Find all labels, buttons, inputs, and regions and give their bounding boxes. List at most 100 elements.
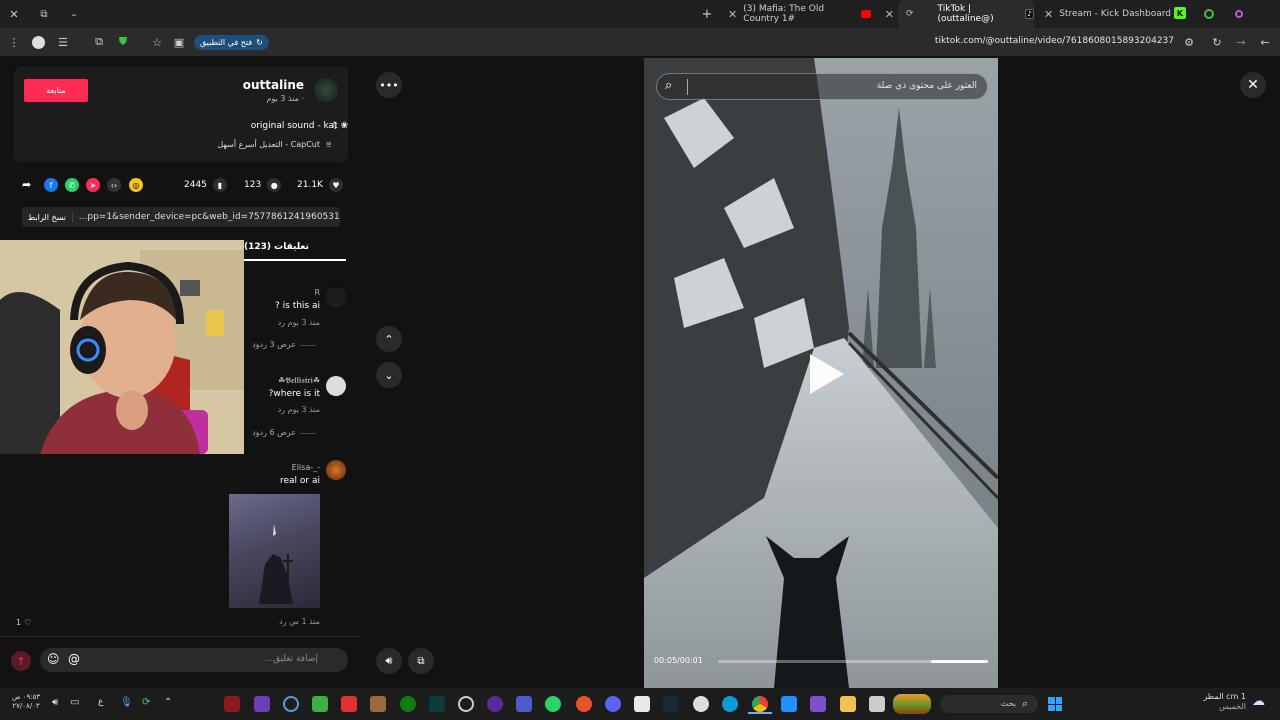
microphone-tray-icon[interactable]: 🎙︎ xyxy=(120,697,133,708)
restore-window-icon[interactable]: ⧉ xyxy=(36,6,52,22)
windows-start-icon[interactable] xyxy=(1048,697,1062,711)
steam-icon[interactable] xyxy=(663,696,679,712)
app-icon[interactable] xyxy=(487,696,503,712)
comment-avatar[interactable] xyxy=(326,376,346,396)
site-settings-icon[interactable]: ⚙ xyxy=(1182,34,1196,50)
follow-button[interactable]: متابعة xyxy=(24,79,88,102)
comments-tab[interactable]: (123) تعليقات xyxy=(244,242,309,252)
close-window-icon[interactable]: ✕ xyxy=(6,6,22,22)
comment-image[interactable] xyxy=(229,494,320,608)
extensions-icon[interactable]: ⧉ xyxy=(92,34,106,50)
view-replies-button[interactable]: عرض 6 ردود xyxy=(252,428,296,437)
related-search-input[interactable]: العثور على محتوى ذي صلة ⌕ xyxy=(656,73,988,100)
emoji-icon[interactable]: ☺ xyxy=(47,652,60,666)
tab-mafia-video[interactable]: ✕ (3) Mafia: The Old Country 1# ✕ xyxy=(724,0,894,28)
more-options-button[interactable]: ••• xyxy=(376,72,402,98)
comment-stat[interactable]: 123 ● xyxy=(244,178,282,192)
minimize-window-icon[interactable]: – xyxy=(66,6,82,22)
play-icon[interactable] xyxy=(806,352,846,396)
capcut-link[interactable]: CapCut - التعديل أسرع أسهل xyxy=(217,140,320,149)
app-icon[interactable] xyxy=(254,696,270,712)
search-icon[interactable]: ⌕ xyxy=(665,78,672,93)
comment-meta[interactable]: منذ 1 س رد xyxy=(279,617,320,626)
teams-icon[interactable] xyxy=(516,696,532,712)
facebook-icon[interactable]: f xyxy=(44,178,58,192)
tab-tiktok[interactable]: ⟳ TikTok | (outtaline@) ♪ xyxy=(898,0,1034,28)
video-progress-bar[interactable] xyxy=(718,660,988,663)
next-video-button[interactable]: ⌄ xyxy=(376,362,402,388)
tab-close-icon[interactable]: ✕ xyxy=(728,8,737,21)
xbox-icon[interactable] xyxy=(400,696,416,712)
comment-author[interactable]: ☘𝕭𝖊𝖑𝖑𝖎𝖘𝖙𝖗𝖎☘ xyxy=(278,376,320,386)
taskbar-search[interactable]: ⌕ بحث xyxy=(940,695,1038,713)
comment-like[interactable]: 1 ♡ xyxy=(16,618,31,627)
store-icon[interactable] xyxy=(634,696,650,712)
volume-button[interactable]: 🔊︎ xyxy=(376,648,402,674)
tab-kick-dashboard[interactable]: ✕ Stream - Kick Dashboard xyxy=(1040,0,1172,28)
file-explorer-icon[interactable] xyxy=(840,696,856,712)
comment-meta[interactable]: منذ 3 يوم رد xyxy=(278,405,320,414)
install-app-icon[interactable]: ▣ xyxy=(172,34,186,50)
widgets-icon[interactable] xyxy=(893,694,931,714)
open-in-app-button[interactable]: فتح في التطبيق ↻ xyxy=(194,35,269,50)
taskbar-clock[interactable]: ٠٩:٥٣ ص ٢٧/٠٨/٠٣ xyxy=(12,693,40,711)
app-icon[interactable] xyxy=(341,696,357,712)
sync-tray-icon[interactable]: ⟳ xyxy=(142,697,150,708)
audio-playing-icon[interactable]: ⟳ xyxy=(906,9,914,19)
whatsapp-icon[interactable] xyxy=(545,696,561,712)
author-avatar[interactable] xyxy=(314,78,338,102)
volume-tray-icon[interactable]: 🔊︎ xyxy=(52,697,58,708)
app-icon[interactable] xyxy=(370,696,386,712)
comment-avatar[interactable] xyxy=(326,287,346,307)
share-arrow-icon[interactable]: ➦ xyxy=(22,178,31,191)
app-icon[interactable] xyxy=(458,696,474,712)
comment-avatar[interactable] xyxy=(326,460,346,480)
post-comment-button[interactable]: ↑ xyxy=(11,651,31,671)
tab-search-icon[interactable] xyxy=(1232,6,1246,22)
view-replies-button[interactable]: عرض 3 ردود xyxy=(252,340,296,349)
tray-overflow-icon[interactable]: ⌃ xyxy=(164,697,172,708)
forward-icon[interactable]: → xyxy=(1234,34,1248,50)
comment-author[interactable]: Elisa-_- xyxy=(292,463,320,472)
app-icon[interactable] xyxy=(810,696,826,712)
copy-link-button[interactable]: نسخ الرابط xyxy=(22,212,73,222)
embed-icon[interactable]: ‹› xyxy=(107,178,121,192)
picture-in-picture-button[interactable]: ⧉ xyxy=(408,648,434,674)
kick-icon[interactable]: K xyxy=(1174,7,1186,19)
edge-icon[interactable] xyxy=(722,696,738,712)
comment-meta[interactable]: منذ 3 يوم رد xyxy=(278,318,320,327)
back-icon[interactable]: ← xyxy=(1258,34,1272,50)
bookmark-star-icon[interactable]: ☆ xyxy=(150,34,164,50)
mention-icon[interactable]: @ xyxy=(68,652,80,666)
shield-icon[interactable]: ⛊ xyxy=(116,34,130,50)
new-tab-icon[interactable]: + xyxy=(700,6,714,22)
app-icon[interactable] xyxy=(283,696,299,712)
app-icon[interactable] xyxy=(693,696,709,712)
comment-input[interactable]: إضافة تعليق... @ ☺ xyxy=(40,648,348,672)
chrome-icon[interactable] xyxy=(752,696,768,712)
profile-icon[interactable] xyxy=(30,34,46,50)
reload-icon[interactable]: ↻ xyxy=(1210,34,1224,50)
address-url[interactable]: tiktok.com/@outtaline/video/761860801589… xyxy=(935,36,1174,46)
like-stat[interactable]: 21.1K ♥ xyxy=(297,178,343,192)
task-view-icon[interactable] xyxy=(869,696,885,712)
discord-icon[interactable] xyxy=(605,696,621,712)
whatsapp-icon[interactable]: ✆ xyxy=(65,178,79,192)
save-stat[interactable]: 2445 ▮ xyxy=(184,178,227,192)
app-icon[interactable] xyxy=(429,696,445,712)
input-language[interactable]: ع xyxy=(98,697,103,707)
previous-video-button[interactable]: ⌃ xyxy=(376,326,402,352)
close-video-button[interactable]: ✕ xyxy=(1240,72,1266,98)
menu-dots-icon[interactable]: ⋮ xyxy=(8,34,20,50)
author-username[interactable]: outtaline xyxy=(243,78,304,92)
app-icon[interactable] xyxy=(576,696,592,712)
send-to-friends-icon[interactable]: ➤ xyxy=(86,178,100,192)
sidebar-icon[interactable]: ☰ xyxy=(56,34,70,50)
tab-close-icon[interactable]: ✕ xyxy=(1044,8,1053,21)
weather-widget[interactable]: 1 cm المطر الخميس xyxy=(1203,692,1246,712)
coin-icon[interactable]: ◎ xyxy=(129,178,143,192)
game-app-icon[interactable] xyxy=(224,696,240,712)
tab-close-icon[interactable]: ✕ xyxy=(885,8,894,21)
network-tray-icon[interactable]: ▭ xyxy=(70,697,79,708)
app-icon[interactable] xyxy=(781,696,797,712)
